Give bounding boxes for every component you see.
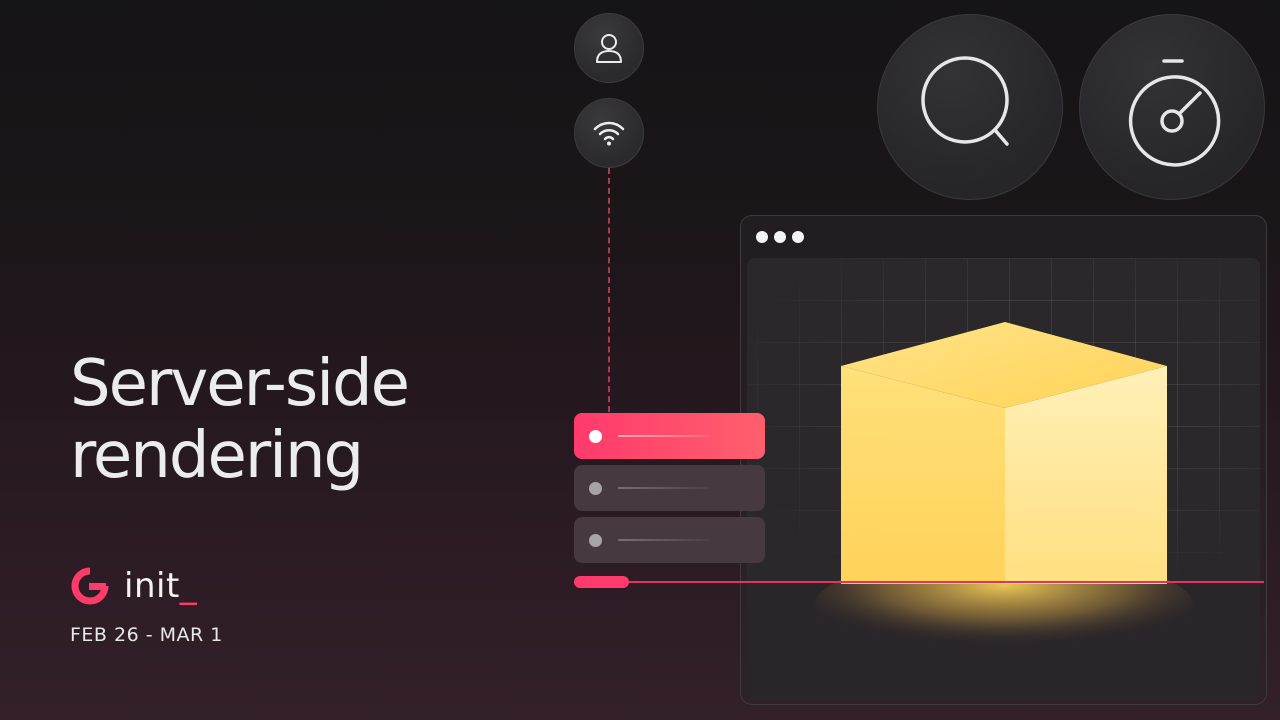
wifi-circle [574,98,644,168]
cube-illustration [814,322,1194,658]
list-item-dot [589,429,602,443]
timeline-baseline [574,581,1264,583]
list-item-dot [589,533,602,547]
brand: init_ [70,566,197,606]
browser-window [740,215,1267,705]
search-circle [877,14,1063,200]
list-item-active [574,413,765,459]
stopwatch-circle [1079,14,1265,200]
brand-underscore: _ [179,566,198,606]
user-circle [574,13,644,83]
user-icon [596,34,622,63]
window-dot [774,231,786,243]
list-item-line [618,435,710,437]
event-dates: FEB 26 - MAR 1 [70,624,223,646]
list-item-line [618,487,710,489]
timeline-pill [574,576,629,588]
stopwatch-icon [1128,59,1221,167]
title-line-1: Server-side [70,347,410,421]
browser-viewport [747,258,1260,700]
page-title: Server-side rendering [70,347,410,493]
connector-dashed-line [608,168,610,412]
init-logo-icon [71,567,109,605]
list-item-dot [589,481,602,495]
wifi-icon [593,121,625,146]
window-controls [756,231,804,243]
window-dot [756,231,768,243]
list-item-line [618,539,710,541]
window-dot [792,231,804,243]
list-item [574,517,765,563]
brand-name: init_ [124,566,197,606]
search-icon [921,56,1009,146]
brand-name-text: init [124,566,180,606]
list-item [574,465,765,511]
title-line-2: rendering [70,419,364,493]
